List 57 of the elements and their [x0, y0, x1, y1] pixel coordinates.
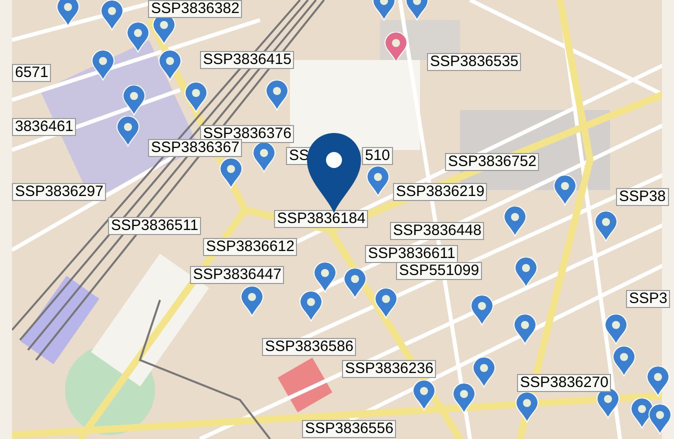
marker-label: 3836461: [12, 118, 76, 136]
map-pin-icon[interactable]: [553, 175, 577, 206]
marker-label: SSP3836382: [148, 0, 242, 18]
map-pin-icon[interactable]: [91, 50, 115, 81]
map-pin-icon[interactable]: [126, 22, 150, 53]
map-pin-icon[interactable]: [343, 268, 367, 299]
map-pin-icon[interactable]: [648, 404, 672, 435]
map-pin-icon[interactable]: [646, 366, 670, 397]
map-pin-icon[interactable]: [313, 262, 337, 293]
map-pin-icon[interactable]: [412, 380, 436, 411]
marker-label: SSP38: [616, 188, 669, 206]
marker-label: SSP3836415: [200, 51, 294, 69]
marker-label: SSP3836297: [12, 183, 106, 201]
marker-label: SSP3836611: [365, 245, 458, 263]
marker-label: SSP3836511: [108, 217, 202, 235]
map-pin-icon[interactable]: [265, 80, 289, 111]
map-pin-icon[interactable]: [158, 50, 182, 81]
map-pin-icon[interactable]: [384, 32, 408, 63]
marker-label: SSP3836556: [302, 420, 396, 438]
map-pin-icon[interactable]: [374, 288, 398, 319]
selected-map-pin-icon[interactable]: [306, 133, 362, 213]
map-pin-icon[interactable]: [604, 314, 628, 345]
map-pin-icon[interactable]: [299, 291, 323, 322]
map-pin-icon[interactable]: [514, 257, 538, 288]
marker-label: SSP551099: [396, 262, 482, 280]
marker-label: SSP3836376: [200, 125, 294, 143]
marker-label: SSP3836448: [390, 222, 484, 240]
map-pin-icon[interactable]: [240, 286, 264, 317]
map-pin-icon[interactable]: [184, 82, 208, 113]
marker-label: SSP3836184: [274, 210, 368, 228]
map-pin-icon[interactable]: [594, 211, 618, 242]
marker-label: SSP3836752: [445, 153, 540, 171]
map-pin-icon[interactable]: [503, 206, 527, 237]
marker-label: SSP3836270: [517, 374, 612, 392]
map-pin-icon[interactable]: [470, 295, 494, 326]
marker-label: SSP3836219: [393, 183, 488, 201]
map-pin-icon[interactable]: [116, 116, 140, 147]
map-pin-icon[interactable]: [472, 357, 496, 388]
map-pin-icon[interactable]: [612, 346, 636, 377]
marker-label: SSP3836586: [262, 338, 356, 356]
marker-label: 510: [362, 147, 394, 165]
marker-label: SSP3836367: [148, 139, 242, 157]
map-pin-icon[interactable]: [56, 0, 80, 27]
marker-label: 6571: [12, 64, 52, 82]
map-pin-icon[interactable]: [100, 0, 124, 31]
map-pin-icon[interactable]: [513, 314, 537, 345]
marker-label: SSP3836447: [190, 266, 284, 284]
marker-label: SSP3: [626, 290, 670, 308]
marker-label: SSP3836535: [427, 53, 522, 71]
map-pin-icon[interactable]: [122, 85, 146, 116]
marker-label: SSP3836236: [342, 360, 436, 378]
map-pin-icon[interactable]: [252, 142, 276, 173]
map-pin-icon[interactable]: [452, 383, 476, 414]
map-pin-icon[interactable]: [515, 392, 539, 423]
map-pin-icon[interactable]: [219, 158, 243, 189]
marker-label: SSP3836612: [203, 238, 298, 256]
map-pin-icon[interactable]: [366, 166, 390, 197]
